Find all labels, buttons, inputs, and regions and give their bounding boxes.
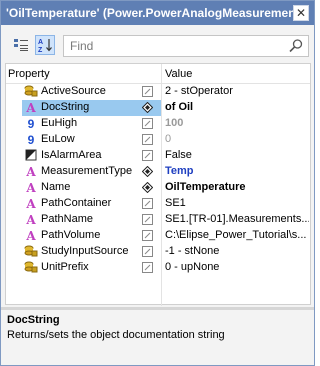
- property-value[interactable]: of Oil: [165, 101, 309, 113]
- pencil-icon: [142, 262, 153, 273]
- property-value[interactable]: OilTemperature: [165, 181, 309, 193]
- alphabetical-sort-button[interactable]: A Z: [35, 35, 55, 55]
- property-name: PathName: [41, 213, 93, 225]
- categorized-view-button[interactable]: [11, 35, 31, 55]
- property-row[interactable]: A PathVolume C:\Elipse_Power_Tutorial\s...: [6, 228, 310, 244]
- property-name: EuHigh: [41, 117, 78, 129]
- pencil-icon: [142, 118, 153, 129]
- property-name: StudyInputSource: [41, 245, 129, 257]
- window-title: 'OilTemperature' (Power.PowerAnalogMeasu…: [6, 6, 293, 20]
- property-value[interactable]: False: [165, 149, 309, 161]
- property-name: PathVolume: [41, 229, 101, 241]
- database-icon: [24, 245, 38, 259]
- property-row[interactable]: A MeasurementType Temp: [6, 164, 310, 180]
- property-value[interactable]: 0 - upNone: [165, 261, 309, 273]
- string-icon: A: [26, 197, 36, 211]
- help-panel: DocString Returns/sets the object docume…: [5, 311, 311, 361]
- diamond-icon: [141, 101, 154, 114]
- property-value[interactable]: -1 - stNone: [165, 245, 309, 257]
- property-value[interactable]: 2 - stOperator: [165, 85, 309, 97]
- property-row[interactable]: A DocString of Oil: [6, 100, 310, 116]
- pencil-icon: [142, 198, 153, 209]
- database-icon: [24, 261, 38, 275]
- pencil-icon: [142, 246, 153, 257]
- property-row[interactable]: 9 EuLow 0: [6, 132, 310, 148]
- property-name: MeasurementType: [41, 165, 133, 177]
- property-row[interactable]: A PathContainer SE1: [6, 196, 310, 212]
- property-row[interactable]: ActiveSource 2 - stOperator: [6, 84, 310, 100]
- categorized-view-icon: [14, 39, 28, 51]
- property-name: IsAlarmArea: [41, 149, 102, 161]
- title-bar[interactable]: 'OilTemperature' (Power.PowerAnalogMeasu…: [1, 1, 314, 25]
- alphabetical-sort-icon: A Z: [38, 39, 52, 53]
- pencil-icon: [142, 230, 153, 241]
- help-description: Returns/sets the object documentation st…: [7, 329, 225, 341]
- property-rows: ActiveSource 2 - stOperator A DocString of O…: [6, 84, 310, 276]
- property-name: DocString: [41, 101, 90, 113]
- property-row[interactable]: 9 EuHigh 100: [6, 116, 310, 132]
- property-row[interactable]: UnitPrefix 0 - upNone: [6, 260, 310, 276]
- pencil-icon: [142, 214, 153, 225]
- property-value[interactable]: 0: [165, 133, 309, 145]
- value-column-header: Value: [165, 68, 193, 80]
- property-value[interactable]: C:\Elipse_Power_Tutorial\s...: [165, 229, 309, 241]
- pencil-icon: [142, 86, 153, 97]
- property-value[interactable]: Temp: [165, 165, 309, 177]
- string-icon: A: [26, 181, 36, 195]
- property-name: PathContainer: [41, 197, 112, 209]
- property-grid: Property Value ActiveSource 2 - stOperato…: [5, 63, 311, 306]
- property-row[interactable]: StudyInputSource -1 - stNone: [6, 244, 310, 260]
- boolean-icon: [24, 149, 38, 163]
- toolbar: A Z: [1, 25, 314, 63]
- grid-header: Property Value: [6, 64, 310, 306]
- search-icon[interactable]: [288, 38, 304, 57]
- string-icon: A: [26, 101, 36, 115]
- diamond-icon: [141, 165, 154, 178]
- search-input[interactable]: [64, 36, 284, 56]
- close-icon[interactable]: ✕: [293, 5, 309, 21]
- property-value[interactable]: SE1.[TR-01].Measurements...: [165, 213, 309, 225]
- property-column-header: Property: [8, 68, 50, 80]
- number-icon: 9: [27, 117, 35, 131]
- string-icon: A: [26, 229, 36, 243]
- property-row[interactable]: A PathName SE1.[TR-01].Measurements...: [6, 212, 310, 228]
- property-row[interactable]: IsAlarmArea False: [6, 148, 310, 164]
- property-value[interactable]: SE1: [165, 197, 309, 209]
- help-splitter[interactable]: [1, 307, 314, 310]
- database-icon: [24, 85, 38, 99]
- diamond-icon: [141, 181, 154, 194]
- string-icon: A: [26, 165, 36, 179]
- property-value[interactable]: 100: [165, 117, 309, 129]
- pencil-icon: [142, 134, 153, 145]
- search-box[interactable]: [63, 35, 309, 57]
- property-name: UnitPrefix: [41, 261, 89, 273]
- help-title: DocString: [7, 314, 60, 326]
- property-row[interactable]: A Name OilTemperature: [6, 180, 310, 196]
- property-name: Name: [41, 181, 71, 193]
- property-name: ActiveSource: [41, 85, 106, 97]
- svg-text:A: A: [38, 39, 43, 46]
- property-name: EuLow: [41, 133, 75, 145]
- string-icon: A: [26, 213, 36, 227]
- svg-text:Z: Z: [38, 47, 43, 53]
- properties-window: 'OilTemperature' (Power.PowerAnalogMeasu…: [0, 0, 315, 366]
- pencil-icon: [142, 150, 153, 161]
- number-icon: 9: [27, 133, 35, 147]
